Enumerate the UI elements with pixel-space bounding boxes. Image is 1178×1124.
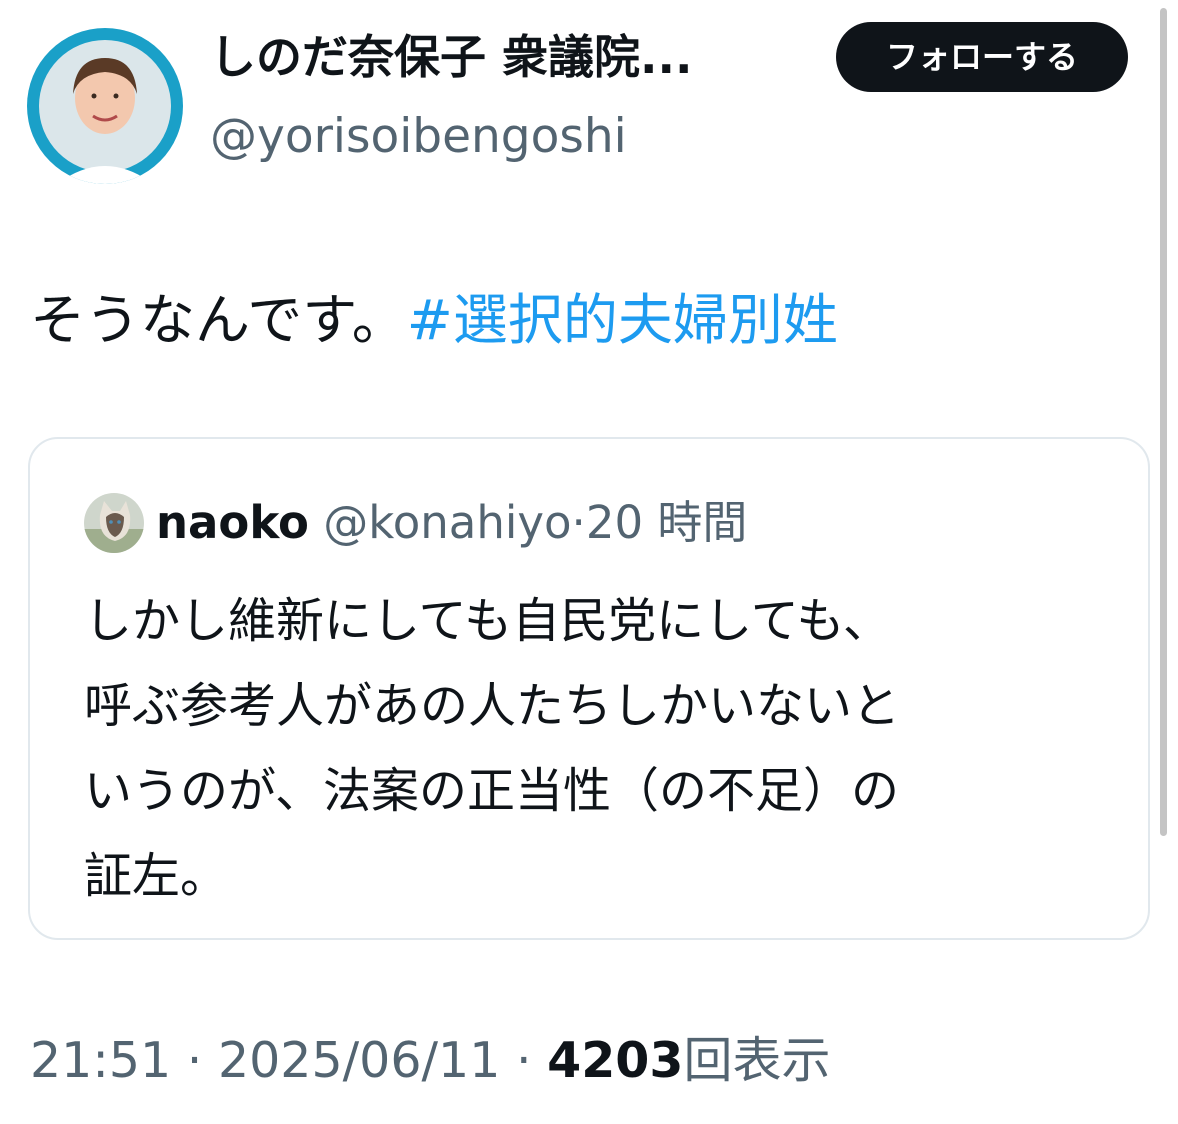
cat-avatar-photo bbox=[84, 493, 144, 553]
quoted-text-line: しかし維新にしても自民党にしても、 bbox=[84, 593, 891, 649]
avatar-photo bbox=[27, 28, 183, 184]
scrollbar[interactable] bbox=[1160, 8, 1167, 836]
tweet-meta: 21:51 · 2025/06/11 · 4203回表示 bbox=[30, 1026, 831, 1096]
quoted-text-line: 呼ぶ参考人があの人たちしかいないと bbox=[84, 678, 901, 734]
quoted-header: naoko @konahiyo·20 時間 bbox=[156, 489, 747, 557]
meta-separator: · bbox=[515, 1032, 532, 1089]
quoted-avatar[interactable] bbox=[84, 493, 144, 553]
views-label: 回表示 bbox=[683, 1032, 831, 1089]
tweet-time[interactable]: 21:51 bbox=[30, 1032, 171, 1089]
tweet-date[interactable]: 2025/06/11 bbox=[218, 1032, 500, 1089]
quoted-name[interactable]: naoko bbox=[156, 496, 309, 549]
quoted-separator: · bbox=[571, 496, 586, 549]
tweet-text: そうなんです。#選択的夫婦別姓 bbox=[30, 282, 838, 358]
quoted-text: しかし維新にしても自民党にしても、 呼ぶ参考人があの人たちしかいないと いうのが… bbox=[84, 579, 1104, 919]
quoted-handle[interactable]: @konahiyo bbox=[323, 496, 571, 549]
quoted-time[interactable]: 20 時間 bbox=[586, 496, 748, 549]
quoted-text-line: 証左。 bbox=[84, 848, 229, 904]
quoted-tweet-card[interactable]: naoko @konahiyo·20 時間 しかし維新にしても自民党にしても、 … bbox=[28, 437, 1150, 940]
author-display-name[interactable]: しのだ奈保子 衆議院... bbox=[210, 22, 692, 92]
meta-separator: · bbox=[186, 1032, 203, 1089]
author-avatar[interactable] bbox=[27, 28, 183, 184]
follow-button[interactable]: フォローする bbox=[836, 22, 1128, 92]
author-handle[interactable]: @yorisoibengoshi bbox=[210, 104, 627, 170]
views-count: 4203 bbox=[547, 1032, 684, 1089]
hashtag-link[interactable]: #選択的夫婦別姓 bbox=[407, 288, 838, 352]
quoted-text-line: いうのが、法案の正当性（の不足）の bbox=[84, 763, 900, 819]
tweet-body: そうなんです。 bbox=[30, 288, 407, 352]
